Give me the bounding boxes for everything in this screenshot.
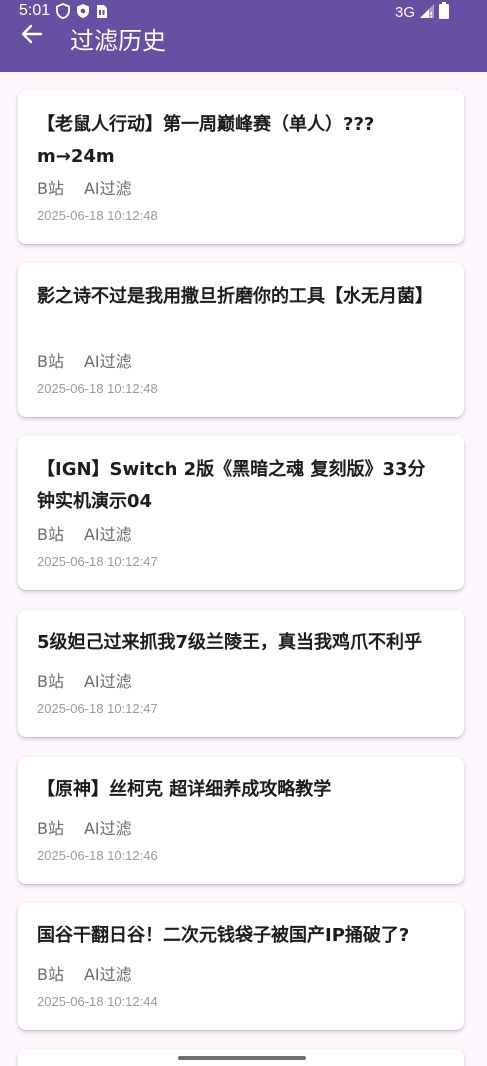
item-time: 2025-06-18 10:12:48 [37,208,158,223]
item-filter-type: AI过滤 [83,965,132,984]
item-tags: B站 AI过滤 [37,961,132,985]
status-time: 5:01 [19,2,51,19]
item-time: 2025-06-18 10:12:44 [37,994,158,1009]
item-tags: B站 AI过滤 [37,175,132,199]
network-type-label: 3G [394,4,415,21]
app-bar: 过滤历史 [0,24,487,72]
item-filter-type: AI过滤 [83,352,132,371]
arrow-left-icon [21,24,43,48]
item-title: 【IGN】Switch 2版《黑暗之魂 复刻版》33分钟实机演示04 [37,459,426,512]
item-source: B站 [37,525,64,544]
signal-icon [419,3,435,23]
security-badge-icon [76,3,90,23]
item-time: 2025-06-18 10:12:46 [37,848,158,863]
item-tags: B站 AI过滤 [37,521,132,545]
item-time: 2025-06-18 10:12:48 [37,381,158,396]
home-indicator[interactable] [178,1056,306,1060]
back-button[interactable] [16,24,48,48]
item-title: 国谷干翻日谷！二次元钱袋子被国产IP捅破了? [37,925,410,946]
item-source: B站 [37,179,64,198]
list-item[interactable]: 【原神】丝柯克 超详细养成攻略教学 B站 AI过滤 2025-06-18 10:… [18,757,464,884]
item-filter-type: AI过滤 [83,672,132,691]
list-item[interactable]: 影之诗不过是我用撒旦折磨你的工具【水无月菌】 B站 AI过滤 2025-06-1… [18,263,464,417]
item-title: 5级妲己过来抓我7级兰陵王，真当我鸡爪不利乎 [37,632,423,653]
item-tags: B站 AI过滤 [37,815,132,839]
status-icons-right: 3G [395,2,449,23]
filter-history-list[interactable]: 【老鼠人行动】第一周巅峰赛（单人）???m→24m B站 AI过滤 2025-0… [0,72,487,1066]
status-icons-left [56,3,108,23]
item-time: 2025-06-18 10:12:47 [37,554,158,569]
item-source: B站 [37,819,64,838]
sim-card-icon [96,4,108,23]
item-tags: B站 AI过滤 [37,668,132,692]
battery-icon [439,2,449,23]
item-filter-type: AI过滤 [83,819,132,838]
list-item[interactable]: 【IGN】Switch 2版《黑暗之魂 复刻版》33分钟实机演示04 B站 AI… [18,436,464,590]
item-source: B站 [37,965,64,984]
list-item[interactable]: 【老鼠人行动】第一周巅峰赛（单人）???m→24m B站 AI过滤 2025-0… [18,90,464,244]
page-title: 过滤历史 [70,27,166,55]
item-filter-type: AI过滤 [83,525,132,544]
item-title: 【原神】丝柯克 超详细养成攻略教学 [37,779,332,800]
item-filter-type: AI过滤 [83,179,132,198]
item-title: 【老鼠人行动】第一周巅峰赛（单人）???m→24m [37,114,375,167]
list-item[interactable]: 5级妲己过来抓我7级兰陵王，真当我鸡爪不利乎 B站 AI过滤 2025-06-1… [18,610,464,737]
item-time: 2025-06-18 10:12:47 [37,701,158,716]
item-source: B站 [37,352,64,371]
item-title: 影之诗不过是我用撒旦折磨你的工具【水无月菌】 [37,286,433,307]
item-source: B站 [37,672,64,691]
item-tags: B站 AI过滤 [37,348,132,372]
list-item[interactable]: 国谷干翻日谷！二次元钱袋子被国产IP捅破了? B站 AI过滤 2025-06-1… [18,903,464,1030]
shield-icon [56,3,70,23]
